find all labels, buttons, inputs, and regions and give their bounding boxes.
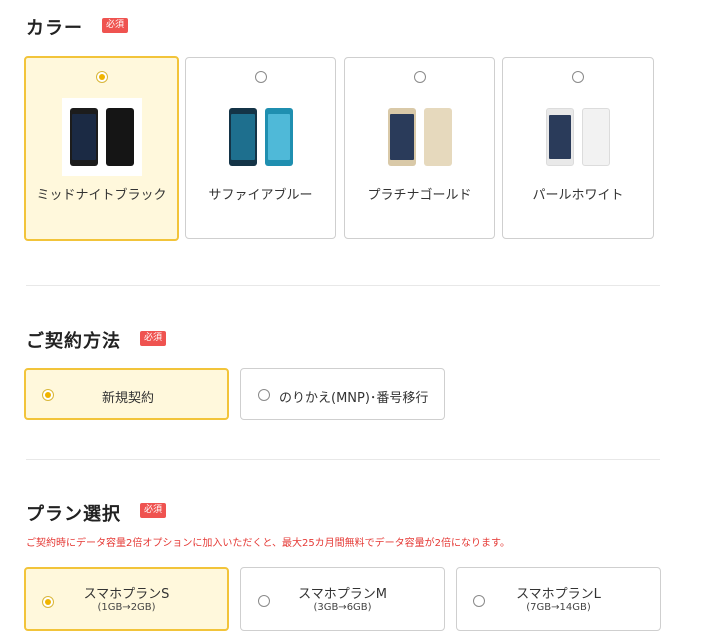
phone-image-platinum-gold bbox=[379, 98, 460, 176]
plan-option-l[interactable]: スマホプランL (7GB→14GB) bbox=[456, 567, 661, 631]
radio-unselected-icon[interactable] bbox=[258, 389, 270, 401]
required-badge: 必須 bbox=[140, 503, 167, 518]
contract-option-mnp[interactable]: のりかえ(MNP)･番号移行 bbox=[240, 368, 445, 420]
plan-note: ご契約時にデータ容量2倍オプションに加入いただくと、最大25カ月間無料でデータ容… bbox=[26, 538, 511, 549]
color-label: サファイアブルー bbox=[208, 188, 313, 203]
phone-image-midnight-black bbox=[61, 98, 142, 176]
color-option-sapphire-blue[interactable]: サファイアブルー bbox=[185, 57, 336, 239]
phone-image-pearl-white bbox=[538, 98, 618, 176]
plan-option-m[interactable]: スマホプランM (3GB→6GB) bbox=[240, 567, 445, 631]
radio-selected-icon[interactable] bbox=[95, 71, 108, 83]
plan-option-s[interactable]: スマホプランS (1GB→2GB) bbox=[24, 567, 229, 631]
plan-name: スマホプランS bbox=[83, 587, 170, 602]
plan-section-title: プラン選択 bbox=[26, 504, 121, 525]
required-badge: 必須 bbox=[140, 331, 167, 346]
plan-detail: (7GB→14GB) bbox=[526, 602, 591, 613]
section-divider bbox=[26, 285, 660, 286]
color-label: ミッドナイトブラック bbox=[36, 188, 167, 203]
radio-unselected-icon[interactable] bbox=[413, 71, 426, 83]
radio-selected-icon[interactable] bbox=[42, 389, 54, 401]
color-option-pearl-white[interactable]: パールホワイト bbox=[502, 57, 654, 239]
contract-section-title: ご契約方法 bbox=[26, 331, 121, 352]
plan-name: スマホプランM bbox=[298, 587, 387, 602]
plan-detail: (3GB→6GB) bbox=[313, 602, 372, 613]
contract-option-label: のりかえ(MNP)･番号移行 bbox=[279, 391, 429, 406]
color-section-title: カラー bbox=[26, 18, 83, 39]
color-option-midnight-black[interactable]: ミッドナイトブラック bbox=[24, 56, 179, 241]
section-divider bbox=[26, 459, 660, 460]
radio-unselected-icon[interactable] bbox=[254, 71, 267, 83]
contract-option-new[interactable]: 新規契約 bbox=[24, 368, 229, 420]
contract-option-label: 新規契約 bbox=[102, 391, 155, 406]
phone-image-sapphire-blue bbox=[220, 98, 301, 176]
color-label: プラチナゴールド bbox=[367, 188, 472, 203]
required-badge: 必須 bbox=[102, 18, 129, 33]
plan-detail: (1GB→2GB) bbox=[97, 602, 156, 613]
color-option-platinum-gold[interactable]: プラチナゴールド bbox=[344, 57, 495, 239]
plan-name: スマホプランL bbox=[516, 587, 601, 602]
color-label: パールホワイト bbox=[532, 188, 624, 203]
radio-unselected-icon[interactable] bbox=[572, 71, 584, 83]
